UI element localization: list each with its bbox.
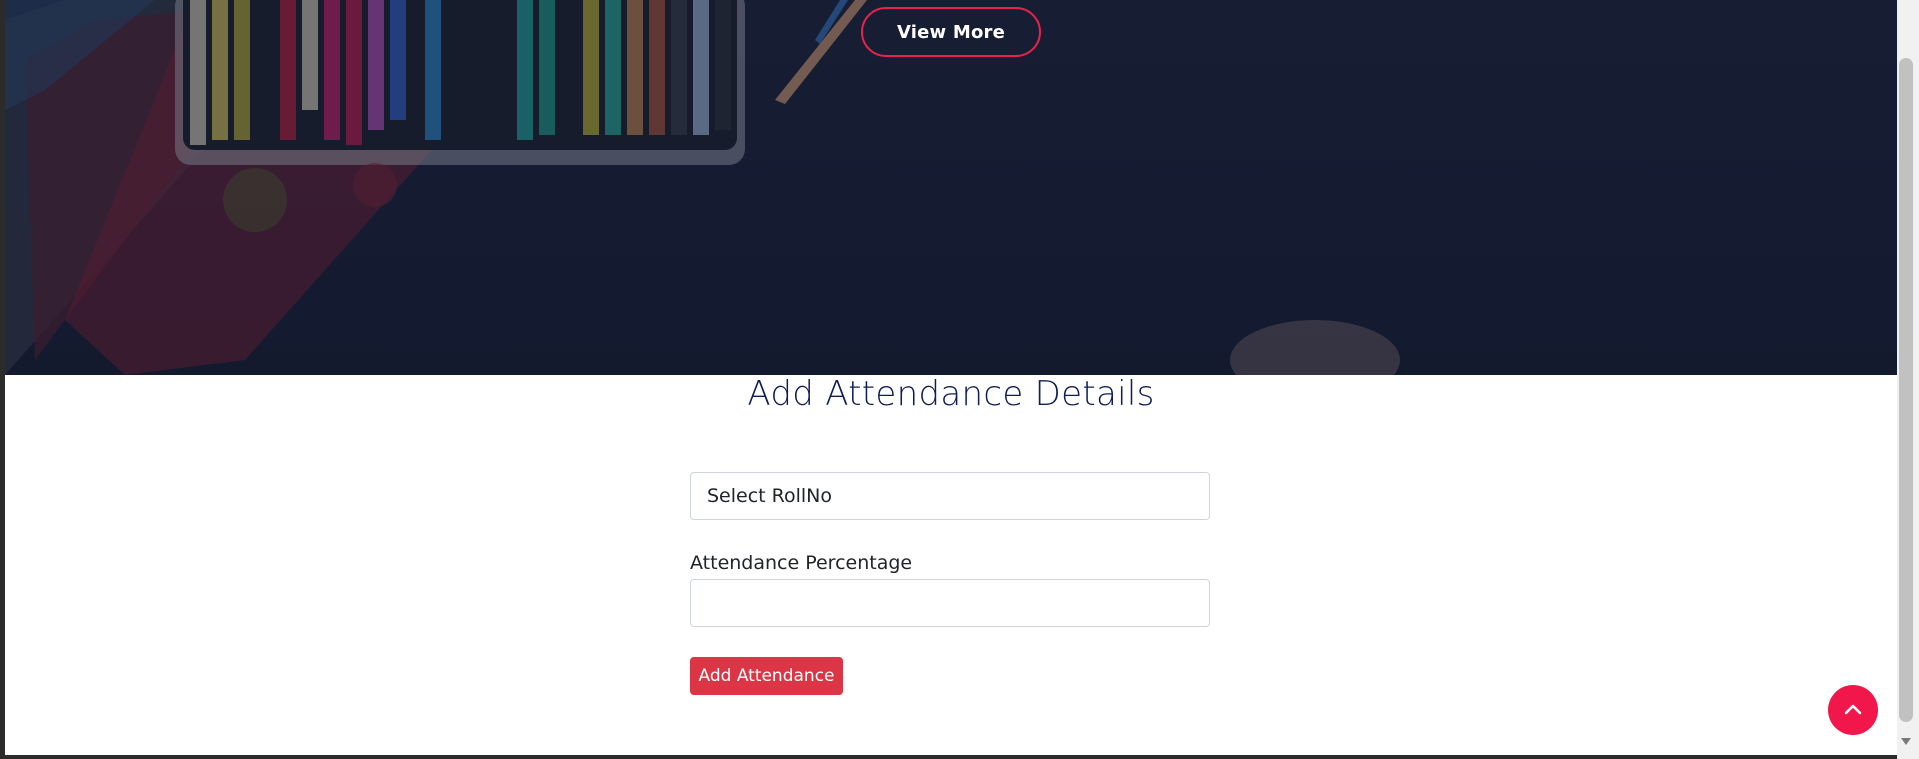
rollno-select[interactable]: Select RollNo [690, 472, 1210, 520]
chevron-up-icon [1844, 704, 1862, 715]
page-viewport: View More Add Attendance Details Select … [5, 0, 1897, 755]
back-to-top-button[interactable] [1828, 685, 1878, 735]
rollno-select-value: Select RollNo [707, 485, 833, 507]
page-title: Add Attendance Details [747, 374, 1155, 414]
scroll-down-arrow-icon[interactable] [1899, 735, 1913, 749]
window-bottom-edge [0, 755, 1897, 759]
add-attendance-button[interactable]: Add Attendance [690, 657, 843, 695]
hero-banner: View More [5, 0, 1897, 375]
scrollbar-thumb[interactable] [1899, 58, 1913, 722]
attendance-percentage-label: Attendance Percentage [690, 552, 913, 574]
view-more-button[interactable]: View More [861, 7, 1041, 57]
attendance-percentage-input[interactable] [690, 579, 1210, 627]
